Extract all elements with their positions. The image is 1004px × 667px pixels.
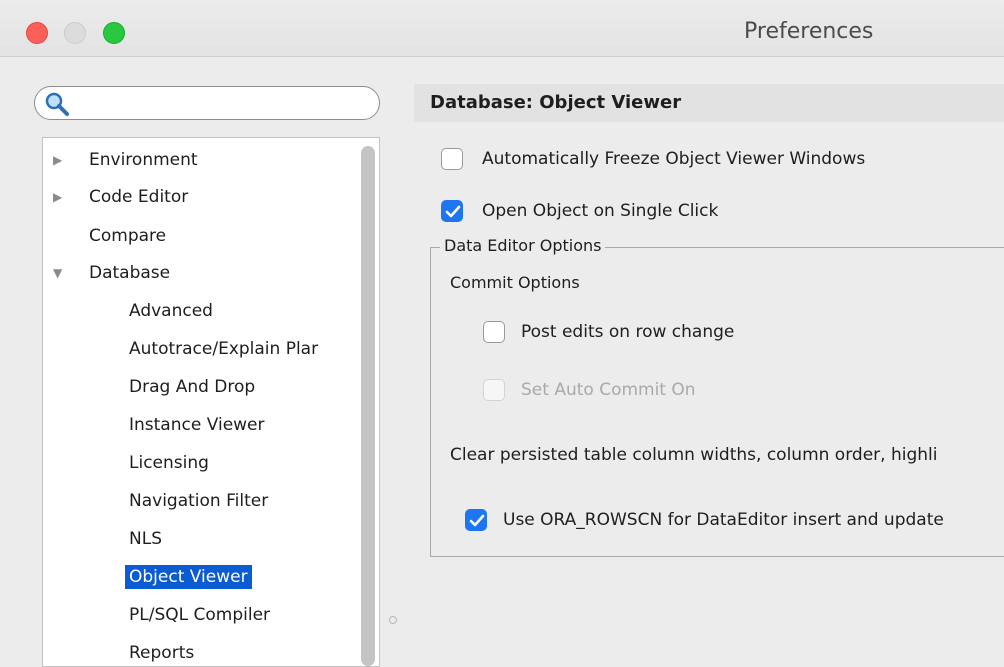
splitter-handle[interactable]	[389, 616, 397, 624]
post-edits-label: Post edits on row change	[521, 322, 735, 342]
auto-commit-checkbox[interactable]	[483, 379, 505, 401]
page-title: Database: Object Viewer	[414, 84, 1004, 122]
tree-item-label: Advanced	[129, 301, 213, 321]
open-single-click-checkbox[interactable]	[441, 200, 463, 222]
tree-item-licensing[interactable]: Licensing	[129, 448, 209, 478]
ora-rowscn-label: Use ORA_ROWSCN for DataEditor insert and…	[503, 510, 944, 530]
ora-rowscn-checkbox[interactable]	[465, 509, 487, 531]
tree-item-label: Database	[89, 263, 171, 283]
tree-item-label: Autotrace/Explain Plar	[129, 339, 319, 359]
tree-item-object-viewer[interactable]: Object Viewer	[125, 562, 252, 592]
minimize-window-button[interactable]	[64, 22, 86, 44]
expand-arrow-icon[interactable]: ▶	[53, 182, 62, 212]
checkmark-icon	[469, 514, 485, 527]
auto-commit-label: Set Auto Commit On	[521, 380, 696, 400]
clear-persisted-label: Clear persisted table column widths, col…	[450, 445, 938, 465]
tree-item-label: Navigation Filter	[129, 491, 269, 511]
title-bar: Preferences	[0, 0, 1004, 57]
auto-freeze-checkbox[interactable]	[441, 148, 463, 170]
tree-item-drag-and-drop[interactable]: Drag And Drop	[129, 372, 255, 402]
checkmark-icon	[445, 205, 461, 218]
tree-item-label: PL/SQL Compiler	[129, 605, 271, 625]
collapse-arrow-icon[interactable]: ▼	[53, 258, 62, 288]
tree-item-navigation-filter[interactable]: Navigation Filter	[129, 486, 268, 516]
tree-item-nls[interactable]: NLS	[129, 524, 162, 554]
maximize-window-button[interactable]	[103, 22, 125, 44]
commit-options-label: Commit Options	[450, 273, 580, 292]
tree-item-autotrace[interactable]: Autotrace/Explain Plar	[129, 334, 318, 364]
tree-item-label: Instance Viewer	[129, 415, 265, 435]
post-edits-checkbox[interactable]	[483, 321, 505, 343]
tree-item-label: Licensing	[129, 453, 209, 473]
tree-item-label: Drag And Drop	[129, 377, 256, 397]
tree-item-reports[interactable]: Reports	[129, 638, 195, 666]
tree-item-label: Compare	[89, 226, 167, 246]
tree-item-label: Code Editor	[89, 187, 189, 207]
search-icon	[45, 92, 69, 116]
data-editor-options-title: Data Editor Options	[440, 236, 606, 255]
tree-item-label: Environment	[89, 150, 198, 170]
expand-arrow-icon[interactable]: ▶	[53, 145, 62, 175]
tree-item-plsql-compiler[interactable]: PL/SQL Compiler	[129, 600, 270, 630]
tree-scrollbar-thumb[interactable]	[361, 146, 375, 666]
tree-item-label: NLS	[129, 529, 162, 549]
tree-item-instance-viewer[interactable]: Instance Viewer	[129, 410, 265, 440]
search-input[interactable]	[75, 91, 369, 117]
open-single-click-label: Open Object on Single Click	[482, 201, 719, 221]
window-title: Preferences	[744, 19, 874, 44]
tree-item-label: Object Viewer	[125, 565, 252, 589]
tree-item-advanced[interactable]: Advanced	[129, 296, 213, 326]
close-window-button[interactable]	[26, 22, 48, 44]
auto-freeze-label: Automatically Freeze Object Viewer Windo…	[482, 149, 866, 169]
preferences-tree: ▶ Environment ▶ Code Editor Compare ▼ Da…	[42, 137, 380, 667]
search-field[interactable]	[34, 86, 380, 120]
tree-item-label: Reports	[129, 643, 195, 663]
